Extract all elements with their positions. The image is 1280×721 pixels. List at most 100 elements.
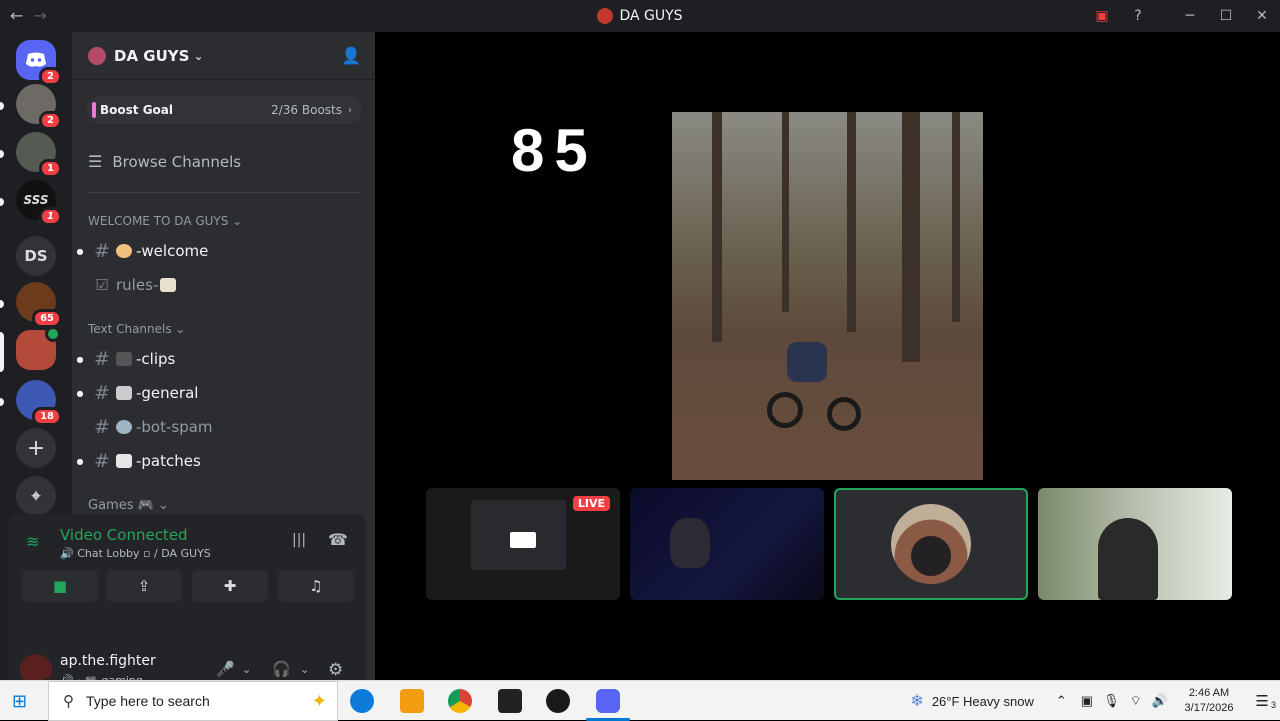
category-welcome[interactable]: WELCOME TO DA GUYS ⌄ (88, 214, 242, 228)
invite-people-icon[interactable]: 👤 (341, 46, 361, 66)
chevron-down-icon[interactable]: ⌄ (300, 663, 309, 676)
clock-time: 2:46 AM (1188, 687, 1230, 699)
close-icon[interactable]: ✕ (1244, 8, 1280, 24)
username[interactable]: ap.the.fighter (60, 653, 156, 669)
channel-general[interactable]: ● # -general (72, 377, 372, 409)
discord-taskbar-icon[interactable] (596, 689, 620, 713)
screen-share-button[interactable]: ⇪ (106, 570, 182, 602)
notification-count: 3 (1270, 700, 1276, 710)
channel-bot-spam[interactable]: # -bot-spam (72, 411, 372, 443)
noise-suppression-icon[interactable]: ||| (292, 532, 306, 548)
inbox-icon[interactable]: ▣ (1084, 8, 1120, 24)
clock[interactable]: 2:46 AM 3/17/2026 (1174, 686, 1244, 716)
rules-checkbox-icon: ☑ (95, 276, 109, 294)
windows-start-icon[interactable]: ⊞ (12, 691, 34, 712)
add-server-button[interactable]: + (16, 428, 56, 468)
activities-button[interactable]: ✚ (192, 570, 268, 602)
explore-servers-button[interactable]: ⌖ (16, 476, 56, 516)
boost-goal-bar[interactable]: Boost Goal 2/36 Boosts › (86, 96, 362, 124)
title-bar: ← → DA GUYS ▣ ? ─ ☐ ✕ (0, 0, 1280, 32)
server-icon-5[interactable]: 65 (16, 282, 62, 328)
stream-video[interactable] (672, 112, 983, 480)
server-icon-ds[interactable]: DS (16, 236, 56, 276)
voice-location[interactable]: 🔊 Chat Lobby ▫ / DA GUYS (60, 547, 211, 560)
disconnect-icon[interactable]: ☎ (328, 530, 348, 549)
server-avatar-icon (88, 46, 106, 65)
unread-indicator-icon: ● (76, 456, 84, 466)
browse-channels[interactable]: ☰ Browse Channels (88, 152, 241, 171)
screen-share-icon (510, 532, 536, 548)
capcut-icon[interactable] (498, 689, 522, 713)
taskbar-search[interactable]: ⚲ Type here to search ✦ (48, 681, 338, 721)
snow-weather-icon[interactable]: ❄ (910, 691, 923, 711)
hash-icon: # (94, 450, 110, 472)
channel-clips[interactable]: ● # -clips (72, 343, 372, 375)
category-games[interactable]: Games 🎮 ⌄ (88, 498, 169, 513)
speech-bubble-emoji-icon (116, 386, 132, 400)
server-icon-1[interactable]: 2 (16, 84, 62, 130)
server-label: DS (24, 247, 48, 265)
wave-emoji-icon (116, 244, 132, 258)
chrome-icon[interactable] (448, 689, 472, 713)
participant-video-image (670, 518, 710, 568)
server-icon-3[interactable]: SSS 1 (16, 180, 62, 226)
search-placeholder: Type here to search (86, 693, 210, 709)
fl-studio-icon[interactable] (400, 689, 424, 713)
microphone-icon[interactable]: 🎤 (216, 660, 235, 678)
server-header[interactable]: DA GUYS ⌄ 👤 (72, 32, 375, 80)
page-emoji-icon (116, 454, 132, 468)
boost-goal-label: Boost Goal (100, 103, 173, 117)
chevron-down-icon: ⌄ (193, 48, 204, 63)
obs-icon[interactable] (546, 689, 570, 713)
channel-name: rules- (116, 276, 159, 294)
participant-tile-camera[interactable] (630, 488, 824, 600)
weather-text[interactable]: 26°F Heavy snow (932, 694, 1034, 709)
hash-icon: # (94, 240, 110, 262)
chevron-down-icon[interactable]: ⌄ (242, 663, 251, 676)
clock-date: 3/17/2026 (1184, 702, 1234, 714)
participant-avatar (891, 504, 971, 584)
soundboard-icon: ♫ (309, 577, 323, 595)
camera-button[interactable]: ■ (22, 570, 98, 602)
server-icon-7[interactable]: 18 (16, 380, 62, 426)
chevron-right-icon: › (348, 104, 352, 116)
system-tray: ❄ 26°F Heavy snow ⌃ ▣ 🎙 ⌔ 🔊 2:46 AM 3/17… (910, 681, 1280, 721)
tree-image (712, 112, 722, 342)
mention-badge: 1 (39, 159, 62, 178)
tray-app-icon[interactable]: ▣ (1081, 693, 1093, 709)
category-text-channels[interactable]: Text Channels ⌄ (88, 322, 185, 336)
chevron-up-icon[interactable]: ⌃ (1056, 693, 1067, 709)
headphones-icon[interactable]: 🎧 (272, 660, 291, 678)
channel-welcome[interactable]: ● # -welcome (72, 235, 372, 267)
channel-name: -welcome (136, 242, 209, 260)
help-icon[interactable]: ? (1120, 8, 1156, 24)
edge-icon[interactable] (350, 689, 374, 713)
participant-tile-stream[interactable]: LIVE (426, 488, 620, 600)
volume-icon[interactable]: 🔊 (1152, 693, 1168, 709)
microphone-tray-icon[interactable]: 🎙 (1103, 693, 1120, 709)
server-icon-2[interactable]: 1 (16, 132, 62, 178)
mention-badge: 2 (39, 111, 62, 130)
home-button[interactable]: 2 (16, 40, 62, 86)
soundboard-button[interactable]: ♫ (278, 570, 354, 602)
server-icon (597, 8, 614, 24)
participant-tile-webcam[interactable] (1038, 488, 1232, 600)
channel-rules[interactable]: ☑ rules- (72, 269, 372, 301)
server-icon-6[interactable] (16, 326, 61, 370)
screen-share-icon: ⇪ (137, 577, 151, 595)
channel-patches[interactable]: ● # -patches (72, 445, 372, 477)
minimize-icon[interactable]: ─ (1172, 8, 1208, 24)
notification-center-icon[interactable]: ☰ 3 (1244, 692, 1280, 710)
server-label: SSS (23, 193, 49, 207)
participant-video-image (1098, 518, 1158, 600)
channel-name: -bot-spam (136, 418, 213, 436)
settings-gear-icon[interactable]: ⚙ (328, 660, 343, 680)
activities-icon: ✚ (223, 577, 237, 595)
participant-tile-selected[interactable] (834, 488, 1028, 600)
maximize-icon[interactable]: ☐ (1208, 8, 1244, 24)
wifi-icon[interactable]: ⌔ (1130, 693, 1142, 709)
divider (88, 192, 360, 193)
mention-badge: 65 (32, 309, 62, 328)
voice-active-icon (45, 326, 61, 342)
browse-channels-label: Browse Channels (112, 152, 242, 171)
